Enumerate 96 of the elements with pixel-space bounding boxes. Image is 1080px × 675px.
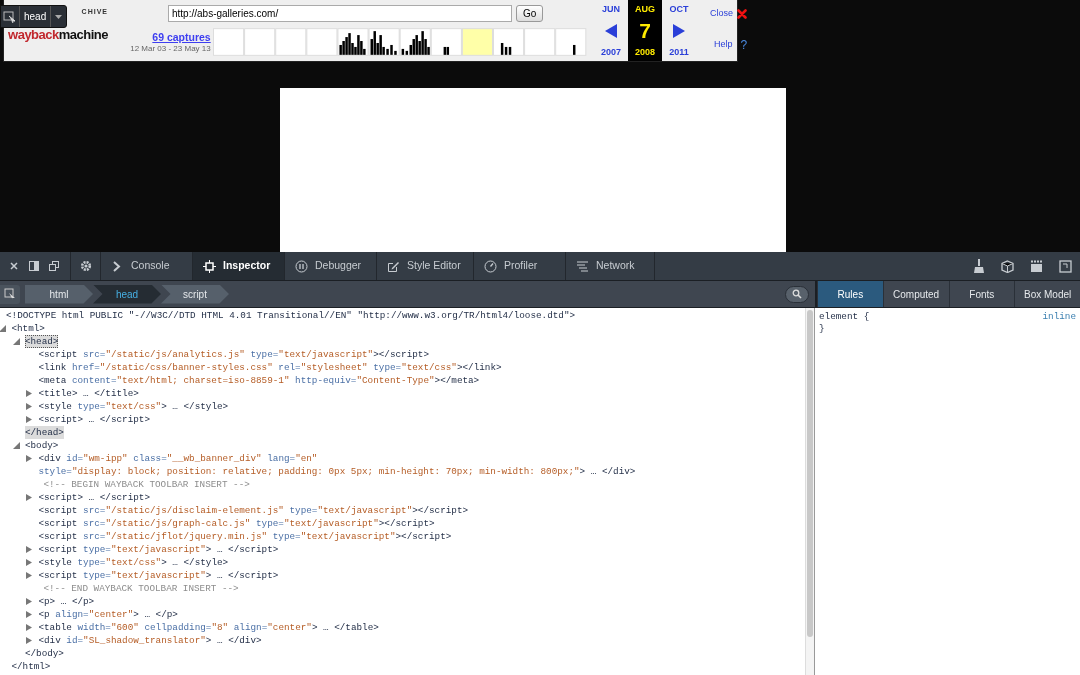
devtools-tab[interactable]: Inspector (192, 252, 284, 280)
markup-close-tag[interactable]: </html> (11, 660, 51, 673)
collapsed-twisty-icon[interactable] (26, 403, 34, 410)
markup-node[interactable]: <script src="/static/js/disclaim-element.js" type="text/javascript"></script> (38, 504, 469, 517)
picker-icon (4, 288, 16, 300)
markup-node[interactable]: <meta content="text/html; charset=iso-8859-1" http-equiv="Content-Type"></meta> (38, 374, 480, 387)
markup-node[interactable]: <script> … </script> (38, 413, 150, 426)
markup-comment[interactable]: <!-- END WAYBACK TOOLBAR INSERT --> (38, 582, 239, 595)
cube-icon[interactable] (1001, 259, 1014, 273)
scrollbar-thumb[interactable] (807, 310, 813, 637)
collapsed-twisty-icon[interactable] (26, 494, 34, 501)
markup-node[interactable]: <div id="wm-ipp" class="__wb_banner_div" lang="en" style="display: block; position: relative; padding: 0px 5px; min-height: 70px; min-width: 800px;"> … </div> (38, 452, 805, 478)
url-field[interactable]: http://abs-galleries.com/ (168, 5, 512, 22)
logo-wordmark: waybackmachine (8, 28, 108, 41)
panel-tab[interactable]: Rules (817, 281, 883, 307)
breadcrumb[interactable]: head (93, 284, 161, 304)
previous-arrow-icon[interactable] (605, 24, 617, 38)
day-number: 7 (639, 20, 651, 42)
markup-node[interactable]: <style type="text/css"> … </style> (38, 556, 229, 569)
selected-date[interactable]: AUG 7 2008 (628, 0, 662, 61)
markup-node[interactable]: <p> … </p> (38, 595, 95, 608)
markup-node[interactable]: <table width="600" cellpadding="8" align="center"> … </table> (38, 621, 379, 634)
expanded-twisty-icon[interactable] (12, 338, 20, 345)
breadcrumb[interactable]: html (25, 284, 93, 304)
element-picker-button[interactable] (0, 284, 20, 304)
frame-icon[interactable] (1059, 259, 1072, 273)
markup-node[interactable]: <script src="/static/js/analytics.js" type="text/javascript"></script> (38, 348, 429, 361)
rule-selector: element { (819, 311, 870, 323)
month-label: OCT (669, 3, 689, 16)
collapsed-twisty-icon[interactable] (26, 416, 34, 423)
help-link[interactable]: Help (714, 37, 733, 52)
help-mark[interactable]: ? (740, 35, 748, 54)
calendar-column[interactable]: JUN 2007 (594, 0, 628, 61)
markup-node[interactable]: <script type="text/javascript"> … </script> (38, 569, 279, 582)
frame-icon (203, 259, 216, 273)
devtools-tab[interactable]: Network (565, 252, 655, 280)
element-picker-icon[interactable] (3, 10, 17, 23)
collapsed-twisty-icon[interactable] (26, 390, 34, 397)
capture-histogram-drawing[interactable] (212, 28, 588, 56)
list-lines-icon (576, 259, 589, 273)
markup-node[interactable]: <script src="/static/js/graph-calc.js" type="text/javascript"></script> (38, 517, 435, 530)
rule-brace: } (819, 323, 825, 334)
search-button[interactable] (785, 285, 809, 303)
collapsed-twisty-icon[interactable] (26, 611, 34, 618)
markup-close-tag[interactable]: </body> (24, 647, 64, 660)
breadcrumb[interactable]: script (161, 284, 229, 304)
pencil-icon (387, 259, 400, 273)
calendar-column[interactable]: OCT 2011 (662, 0, 696, 61)
date-range: 12 Mar 03 - 23 May 13 (130, 43, 211, 55)
next-arrow-icon[interactable] (673, 24, 685, 38)
markup-node[interactable]: <body> (24, 439, 59, 452)
year-label: 2007 (601, 45, 621, 59)
settings-icon[interactable] (78, 259, 93, 273)
devtools-tab[interactable]: Profiler (473, 252, 565, 280)
collapsed-twisty-icon[interactable] (26, 455, 34, 462)
dock-side-icon[interactable] (28, 260, 40, 272)
markup-node[interactable]: <script type="text/javascript"> … </script> (38, 543, 279, 556)
pause-icon (295, 259, 308, 273)
markup-node[interactable]: <p align="center"> … </p> (38, 608, 178, 621)
collapsed-twisty-icon[interactable] (26, 546, 34, 553)
year-label: 2011 (669, 45, 689, 59)
markup-node[interactable]: <div id="SL_shadow_translator"> … </div> (38, 634, 262, 647)
close-link[interactable]: Close (710, 7, 733, 21)
collapsed-twisty-icon[interactable] (26, 624, 34, 631)
caret-icon[interactable] (55, 15, 63, 20)
node-label[interactable]: head (19, 6, 52, 27)
markup-node[interactable]: <html> (11, 322, 45, 335)
brush-icon[interactable] (973, 259, 985, 273)
window-icon[interactable] (48, 260, 60, 272)
go-button[interactable]: Go (516, 5, 544, 22)
search-icon (792, 289, 802, 299)
gauge-icon (484, 259, 497, 273)
captures-link[interactable]: 69 captures (152, 31, 211, 43)
collapsed-twisty-icon[interactable] (26, 572, 34, 579)
markup-close-tag[interactable]: </head> (24, 426, 64, 439)
collapsed-twisty-icon[interactable] (26, 637, 34, 644)
markup-node[interactable]: <script> … </script> (38, 491, 150, 504)
markup-node[interactable]: <style type="text/css"> … </style> (38, 400, 229, 413)
expanded-twisty-icon[interactable] (0, 325, 7, 332)
close-icon[interactable] (737, 9, 747, 20)
rule-source-link[interactable]: inline (1042, 311, 1076, 323)
doctype-line: <!DOCTYPE html PUBLIC "-//W3C//DTD HTML 4.01 Transitional//EN" "http://www.w3.org/TR/html4/loose.dtd"> (6, 309, 576, 322)
month-label: AUG (635, 3, 655, 16)
markup-node[interactable]: <script src="/static/jflot/jquery.min.js" type="text/javascript"></script> (38, 530, 452, 543)
clapperboard-icon[interactable] (1030, 259, 1043, 273)
devtools-tab[interactable]: Style Editor (376, 252, 473, 280)
markup-node[interactable]: <link href="/static/css/banner-styles.css" rel="stylesheet" type="text/css"></link> (38, 361, 502, 374)
expanded-twisty-icon[interactable] (12, 442, 20, 449)
devtools-tab[interactable]: Debugger (284, 252, 376, 280)
collapsed-twisty-icon[interactable] (26, 598, 34, 605)
year-label: 2008 (635, 45, 655, 59)
month-label: JUN (602, 3, 620, 16)
markup-node[interactable]: <title> … </title> (38, 387, 139, 400)
collapsed-twisty-icon[interactable] (26, 559, 34, 566)
markup-comment[interactable]: <!-- BEGIN WAYBACK TOOLBAR INSERT --> (38, 478, 250, 491)
close-icon[interactable] (8, 260, 20, 272)
